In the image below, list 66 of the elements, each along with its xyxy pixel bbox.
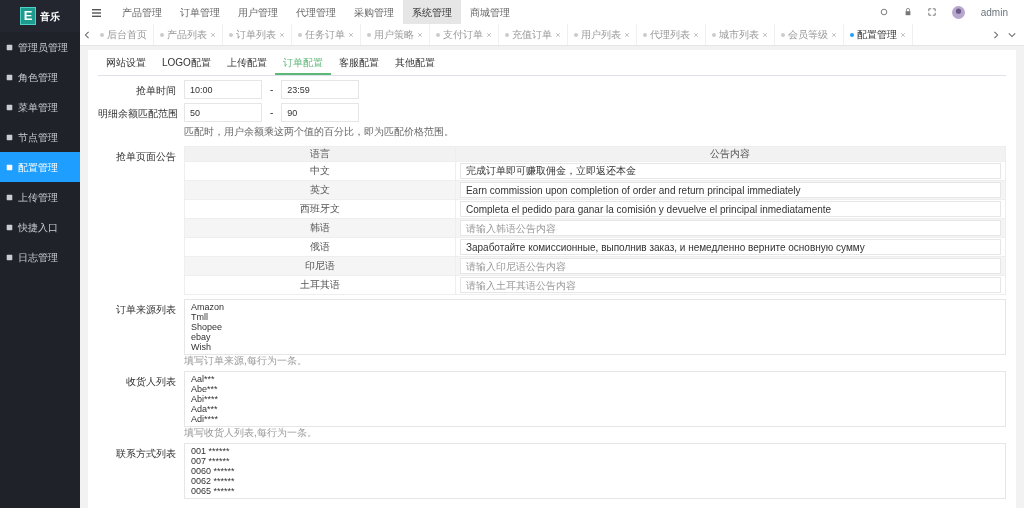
square-icon: [6, 103, 13, 111]
input-field[interactable]: Earn commission upon completion of order and return principal immediately: [459, 182, 1001, 198]
config-tab[interactable]: 其他配置: [386, 52, 443, 75]
fullscreen-icon: [927, 8, 936, 16]
sidebar-item[interactable]: 快捷入口: [0, 212, 80, 242]
sidebar-item[interactable]: 管理员管理: [0, 32, 80, 62]
refresh-icon: [879, 8, 888, 16]
field-label: 抢单页面公告: [115, 150, 176, 164]
input-field[interactable]: Completa el pedido para ganar la comisión y devuelve el principal inmediatamente: [459, 201, 1001, 217]
sidebar-item[interactable]: 角色管理: [0, 62, 80, 92]
square-icon: [6, 133, 13, 141]
input-field[interactable]: 50: [184, 103, 262, 122]
sidebar-item[interactable]: 上传管理: [0, 182, 80, 212]
square-icon: [6, 43, 13, 51]
text-area[interactable]: Aal*** Abe*** Abi**** Ada*** Adi****: [184, 371, 1006, 427]
top-menu-item[interactable]: 商城管理: [461, 0, 519, 24]
top-menu-item[interactable]: 用户管理: [229, 0, 287, 24]
top-menu-item[interactable]: 订单管理: [171, 0, 229, 24]
table-cell: 土耳其语: [184, 275, 456, 295]
config-tab[interactable]: 客服配置: [330, 52, 387, 75]
input-field[interactable]: 请输入韩语公告内容: [459, 220, 1001, 236]
top-menu-item[interactable]: 代理管理: [287, 0, 345, 24]
chevron-right-icon: [992, 30, 1000, 39]
top-menu-item[interactable]: 系统管理: [403, 0, 461, 24]
table-cell: 中文: [184, 161, 456, 181]
lock-icon: [903, 8, 912, 16]
field-label: 明细余额匹配范围: [98, 107, 176, 121]
config-tab[interactable]: 上传配置: [218, 52, 275, 75]
input-field[interactable]: 23:59: [281, 80, 360, 99]
text-area[interactable]: Amazon Tmll Shopee ebay Wish: [184, 299, 1006, 355]
input-field[interactable]: 完成订单即可赚取佣金，立即返还本金: [459, 163, 1001, 179]
help-text: 匹配时，用户余额乘这两个值的百分比，即为匹配价格范围。: [184, 126, 454, 138]
table-cell: 西班牙文: [184, 199, 456, 219]
sidebar-item[interactable]: 日志管理: [0, 242, 80, 272]
square-icon: [6, 253, 13, 261]
field-label: 订单来源列表: [115, 303, 176, 317]
top-menu-item[interactable]: 采购管理: [345, 0, 403, 24]
number-field[interactable]: 90: [281, 103, 360, 122]
config-tab[interactable]: LOGO配置: [154, 52, 219, 75]
square-icon: [6, 223, 13, 231]
input-field[interactable]: 请输入印尼语公告内容: [459, 258, 1001, 274]
square-icon: [6, 193, 13, 201]
input-field[interactable]: 10:00: [184, 80, 262, 99]
user-name[interactable]: admin: [980, 4, 1008, 20]
field-label: 抢单时间: [135, 84, 176, 98]
sidebar-item[interactable]: 节点管理: [0, 122, 80, 152]
sidebar-item[interactable]: 菜单管理: [0, 92, 80, 122]
table-cell: 俄语: [184, 237, 456, 257]
input-field[interactable]: 请输入土耳其语公告内容: [459, 277, 1001, 293]
top-menu-item[interactable]: 产品管理: [113, 0, 171, 24]
avatar-icon: [951, 5, 965, 19]
range-dash: -: [270, 106, 274, 120]
input-field[interactable]: Заработайте комиссионные, выполнив заказ, и немедленно верните основную сумму: [459, 239, 1001, 255]
text-area[interactable]: 001 ****** 007 ****** 0060 ****** 0062 ****** 0065 ******: [184, 443, 1006, 499]
field-label: 联系方式列表: [115, 447, 176, 461]
field-label: 收货人列表: [125, 375, 176, 389]
column-header: 语言: [184, 146, 456, 162]
range-dash: -: [270, 83, 274, 97]
column-header: 公告内容: [455, 146, 1006, 162]
brand-name: 音乐: [40, 9, 60, 24]
logo-icon: E: [20, 7, 36, 25]
chevron-down-icon: [1008, 30, 1016, 39]
config-tab[interactable]: 网站设置: [98, 52, 154, 75]
square-icon: [6, 73, 13, 81]
page-tab[interactable]: 配置管理: [844, 24, 913, 45]
square-icon: [6, 163, 13, 171]
